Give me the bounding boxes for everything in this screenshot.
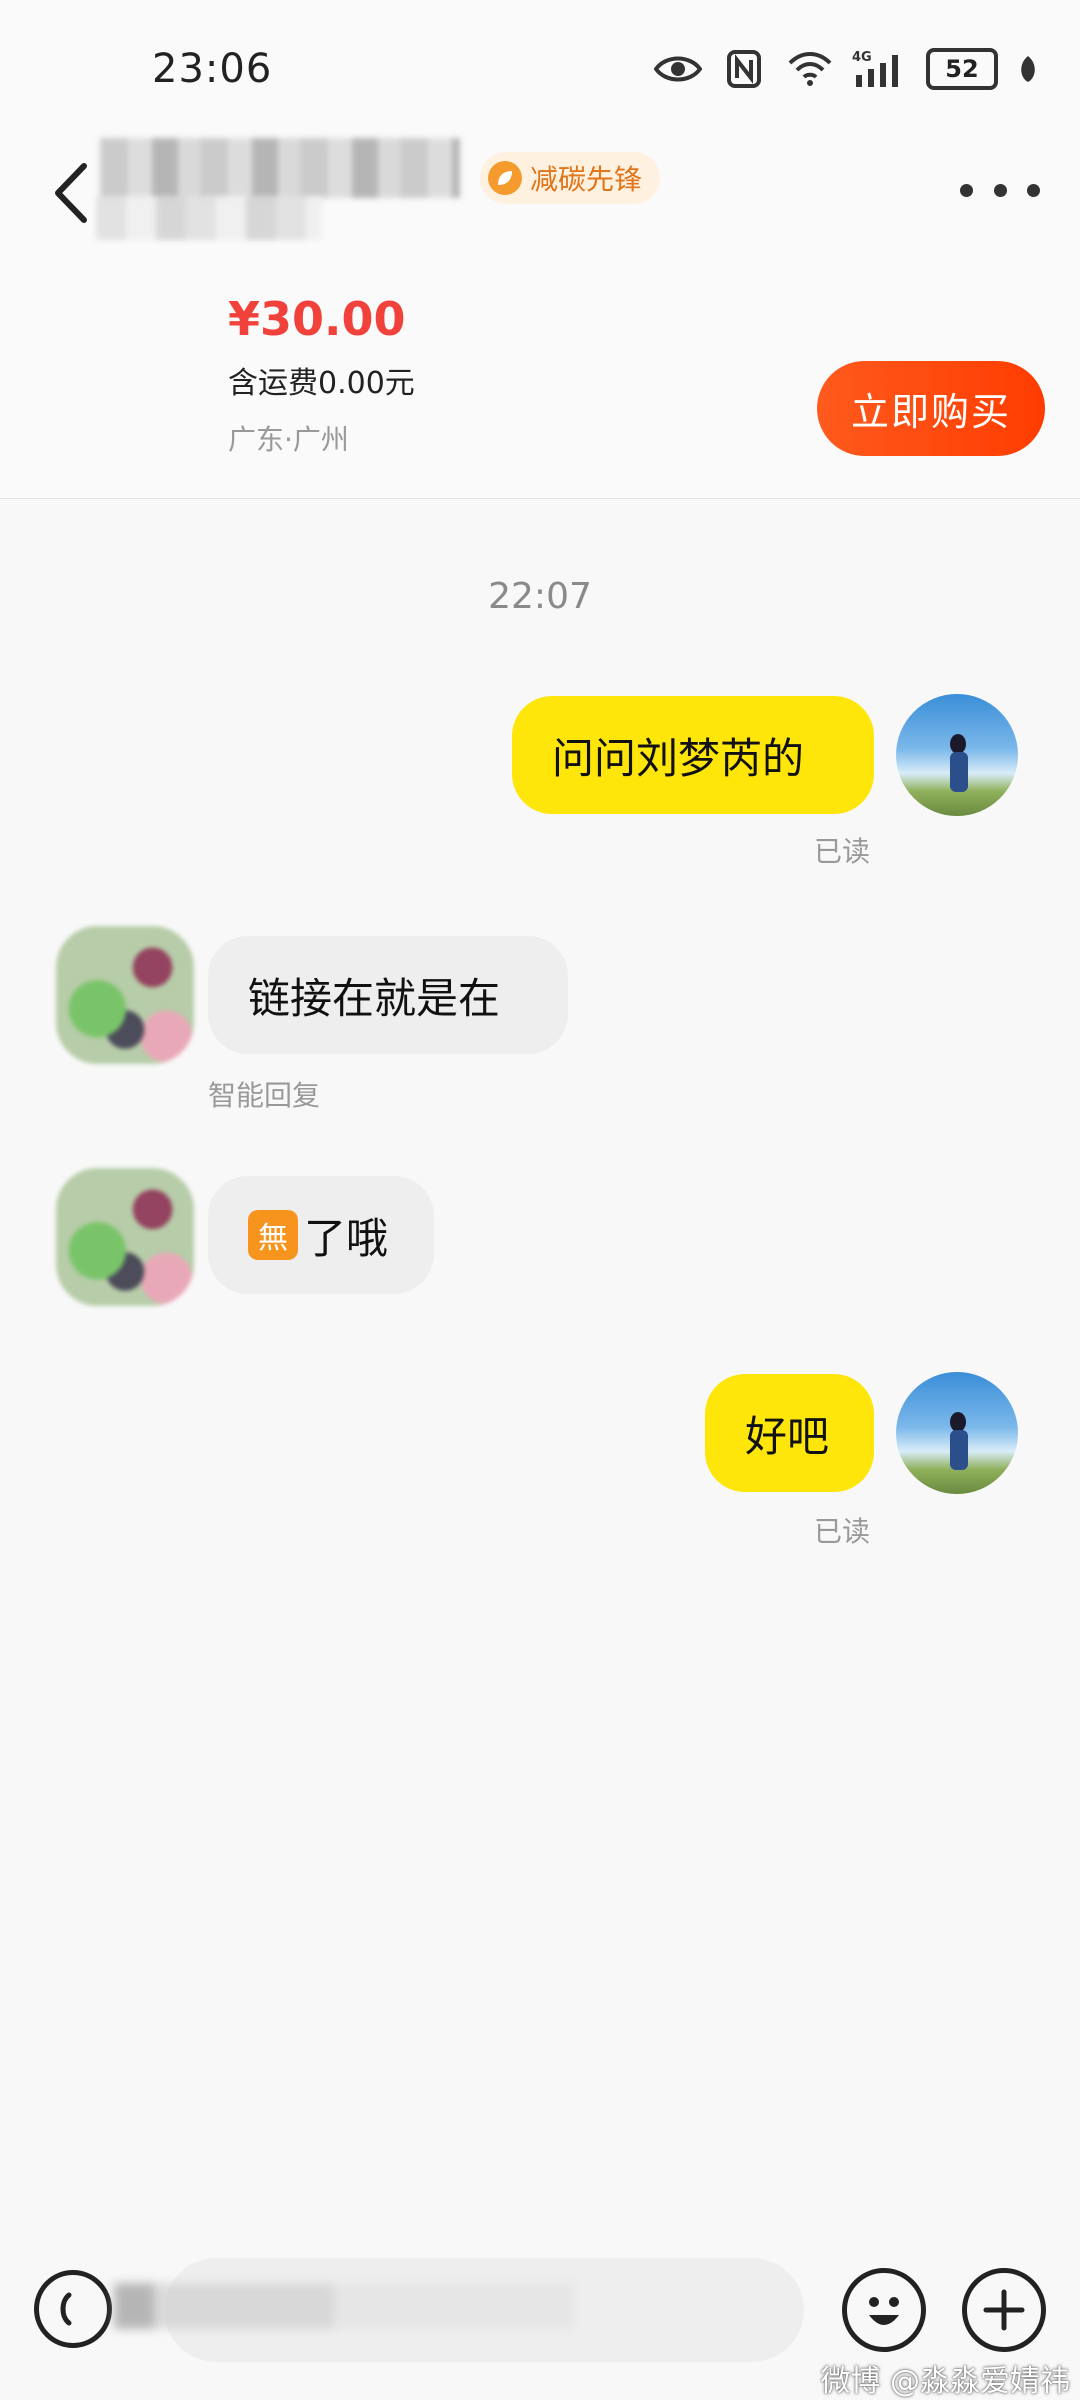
dot-icon — [960, 183, 973, 197]
back-button[interactable] — [46, 158, 100, 228]
voice-input-button[interactable] — [34, 2270, 112, 2348]
eye-icon — [654, 49, 702, 89]
wifi-icon — [786, 49, 834, 89]
leaf-icon — [1016, 49, 1040, 89]
emoji-button[interactable] — [842, 2268, 926, 2352]
more-actions-button[interactable] — [962, 2268, 1046, 2352]
leaf-badge-icon — [488, 161, 522, 195]
voice-icon — [60, 2292, 72, 2326]
status-icons: 4G 52 — [654, 48, 1040, 90]
my-avatar[interactable] — [896, 1372, 1018, 1494]
chevron-left-icon — [55, 163, 87, 223]
plus-icon — [983, 2289, 1025, 2331]
dot-icon — [1027, 183, 1040, 197]
watermark: 微博 @淼淼爱婧祎 — [820, 2364, 1070, 2399]
status-time: 23:06 — [152, 46, 273, 92]
shipping-fee: 含运费0.00元 — [228, 366, 415, 401]
input-content-blurred — [114, 2283, 574, 2329]
battery-icon: 52 — [926, 48, 998, 90]
message-bubble-incoming[interactable]: 链接在就是在 — [208, 936, 568, 1054]
message-text: 好吧 — [745, 1411, 830, 1461]
nfc-icon — [720, 49, 768, 89]
message-text: 链接在就是在 — [248, 973, 501, 1023]
signal-icon: 4G — [852, 49, 908, 89]
dot-icon — [993, 183, 1007, 197]
product-price: ¥30.00 — [228, 292, 406, 346]
carbon-badge: 减碳先锋 — [480, 152, 661, 204]
seller-avatar[interactable] — [56, 1168, 194, 1306]
message-text: 了哦 — [304, 1213, 389, 1263]
buy-now-button[interactable]: 立即购买 — [817, 361, 1045, 456]
message-text: 问问刘梦芮的 — [552, 733, 805, 783]
smart-reply-label: 智能回复 — [208, 1079, 321, 1112]
chat-timestamp: 22:07 — [488, 576, 592, 617]
product-location: 广东·广州 — [228, 423, 349, 456]
read-status: 已读 — [814, 1515, 871, 1548]
svg-text:4G: 4G — [852, 50, 872, 65]
badge-label: 减碳先锋 — [530, 163, 643, 196]
read-status: 已读 — [814, 835, 871, 868]
smiley-icon — [869, 2297, 899, 2325]
seller-avatar[interactable] — [56, 926, 194, 1064]
message-bubble-outgoing[interactable]: 问问刘梦芮的 — [512, 696, 874, 814]
seller-name-blurred — [100, 138, 460, 198]
my-avatar[interactable] — [896, 694, 1018, 816]
more-options-button[interactable] — [960, 170, 1040, 210]
person-photo-icon — [950, 1412, 968, 1470]
message-bubble-outgoing[interactable]: 好吧 — [705, 1374, 874, 1492]
sticker-icon: 無 — [248, 1210, 298, 1260]
person-photo-icon — [950, 734, 968, 792]
message-bubble-incoming[interactable]: 無 了哦 — [208, 1176, 434, 1294]
seller-subtitle-blurred — [96, 196, 322, 240]
